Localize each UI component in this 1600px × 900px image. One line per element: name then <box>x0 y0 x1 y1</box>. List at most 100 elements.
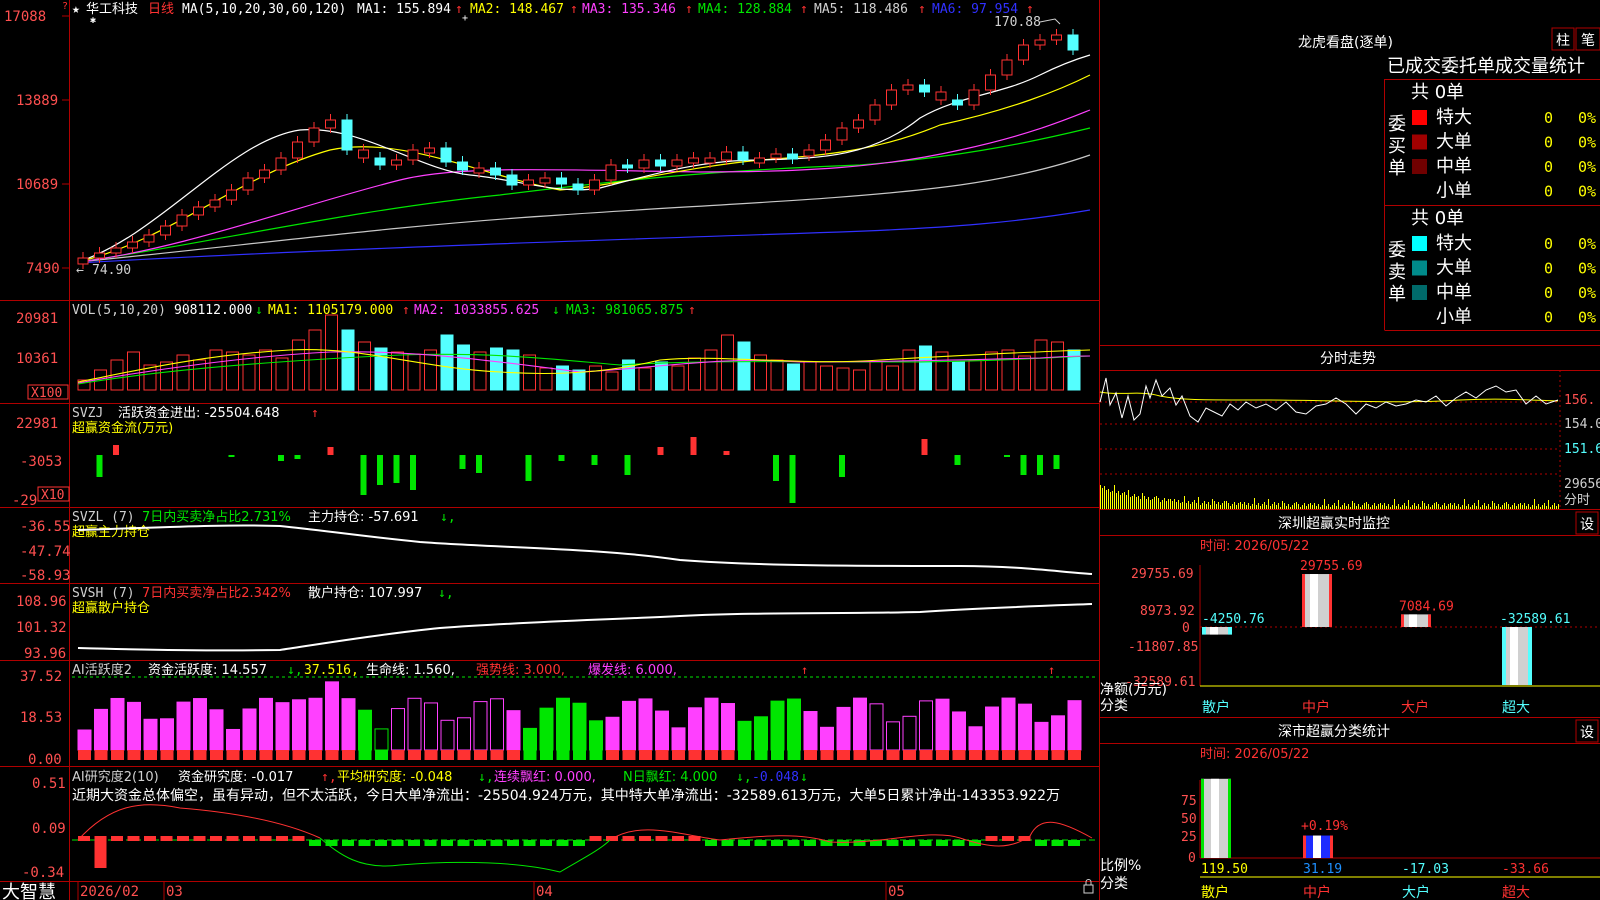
candle <box>1051 34 1062 41</box>
dragon-tabs[interactable]: 已成交委托单成交量统计 <box>1387 56 1585 77</box>
category-percent: 0% <box>1578 183 1596 201</box>
research-bar <box>424 840 437 846</box>
intraday-volume-bar <box>1482 505 1483 509</box>
category-percent: 0% <box>1578 260 1596 278</box>
intraday-volume-bar <box>1392 505 1393 509</box>
candle <box>589 179 600 191</box>
period-label[interactable]: 日线 <box>148 2 174 17</box>
activity-base <box>804 750 817 760</box>
candle <box>671 159 683 167</box>
activity-bar <box>886 721 900 751</box>
intraday-volume-bar <box>1114 485 1115 509</box>
intraday-volume-bar <box>1442 505 1443 509</box>
candle <box>490 167 501 176</box>
volume-bar <box>935 351 949 391</box>
monitor-bar-highlight <box>1510 627 1518 685</box>
intraday-volume-bar <box>1162 500 1163 509</box>
date-label: 05 <box>888 884 905 900</box>
flow-bar <box>839 455 845 477</box>
research-bar <box>705 840 717 846</box>
activity-base <box>837 750 850 760</box>
candle <box>935 91 947 101</box>
activity-base <box>820 750 834 760</box>
activity-bar <box>440 719 455 751</box>
category-name: 大单 <box>1436 258 1472 279</box>
intraday-volume-bar <box>1224 501 1225 509</box>
intraday-volume-bar <box>1546 506 1547 509</box>
volume-bar <box>490 347 503 391</box>
category-name: 中单 <box>1436 282 1472 303</box>
candle <box>886 89 897 106</box>
intraday-volume-bar <box>1134 494 1135 509</box>
category-name: 大单 <box>1436 132 1472 153</box>
intraday-volume-bar <box>1554 503 1555 509</box>
intraday-volume-bar <box>1354 503 1355 509</box>
intraday-volume-bar <box>1242 504 1243 509</box>
intraday-volume-bar <box>1288 504 1289 509</box>
activity-bar <box>754 716 768 751</box>
svzj-axis-label: -29 <box>12 493 37 509</box>
candle <box>688 157 699 164</box>
svzl-axis-label: -36.55 <box>20 519 71 535</box>
svsh-ratio: 7日内买卖净占比2.342% <box>142 585 291 601</box>
monitor-value: 29755.69 <box>1300 559 1363 574</box>
intraday-volume-bar <box>1212 499 1213 509</box>
intraday-volume-bar <box>1494 503 1495 509</box>
up-arrow-icon: ↑ <box>402 303 410 318</box>
lock-icon[interactable] <box>1083 884 1094 894</box>
research-bar <box>952 840 965 846</box>
date-label: 03 <box>166 884 183 900</box>
intraday-volume-bar <box>1406 506 1407 509</box>
monitor-bar-highlight <box>1210 627 1218 635</box>
stats-axis-label: 0 <box>1188 851 1196 866</box>
svsh-axis-label: 108.96 <box>16 594 67 610</box>
vol-value: 908112.000 <box>174 303 252 318</box>
intraday-volume-bar <box>1320 507 1321 509</box>
intraday-volume-bar <box>1146 499 1147 509</box>
intraday-volume-bar <box>1382 505 1383 509</box>
intraday-volume-bar <box>1266 505 1267 509</box>
activity-base <box>969 750 982 760</box>
activity-bar <box>985 706 999 751</box>
research-bar <box>408 840 420 846</box>
volume-bar <box>803 361 817 391</box>
intraday-volume-bar <box>1370 507 1371 509</box>
activity-base <box>309 750 322 760</box>
intraday-volume-bar <box>1396 506 1397 509</box>
intraday-volume-bar <box>1274 502 1275 509</box>
intraday-volume-bar <box>1220 505 1221 509</box>
intraday-volume-bar <box>1450 503 1451 509</box>
intraday-volume-bar <box>1152 499 1153 509</box>
activity-bar <box>935 698 950 751</box>
star-icon[interactable]: ★ <box>72 2 80 17</box>
intraday-volume-bar <box>1508 504 1509 509</box>
intraday-volume-bar <box>1326 506 1327 509</box>
svzj-panel: SVZJ 活跃资金进出: -25504.648 ↑ 超赢资金流(万元) 2298… <box>12 405 1060 509</box>
intraday-volume-bar <box>1500 507 1501 509</box>
intraday-volume-bar <box>1188 501 1189 509</box>
flow-bar <box>410 455 416 490</box>
research-bar <box>457 840 470 846</box>
intraday-volume-bar <box>1286 506 1287 509</box>
activity-bar <box>226 728 240 751</box>
intraday-volume-bar <box>1130 497 1131 509</box>
activity-base <box>259 750 273 760</box>
volume-bar <box>968 359 982 391</box>
intraday-volume-bar <box>1384 503 1385 509</box>
flow-bar <box>228 455 235 457</box>
volume-bar <box>539 367 553 391</box>
ai3-axis-label: 0.09 <box>32 821 66 837</box>
research-bar <box>441 840 453 846</box>
intraday-title: 分时走势 <box>1320 351 1376 367</box>
intraday-volume-bar <box>1524 503 1525 509</box>
activity-bar <box>853 697 867 751</box>
stats-ylabel: 比例% <box>1100 858 1141 874</box>
monitor-category: 中户 <box>1302 699 1330 716</box>
intraday-volume-bar <box>1268 499 1269 509</box>
activity-base <box>787 750 801 760</box>
sell-total: 共 0单 <box>1411 208 1464 229</box>
candle <box>391 159 402 166</box>
activity-bar <box>572 702 587 751</box>
activity-base <box>540 750 553 760</box>
intraday-volume-bar <box>1456 506 1457 509</box>
